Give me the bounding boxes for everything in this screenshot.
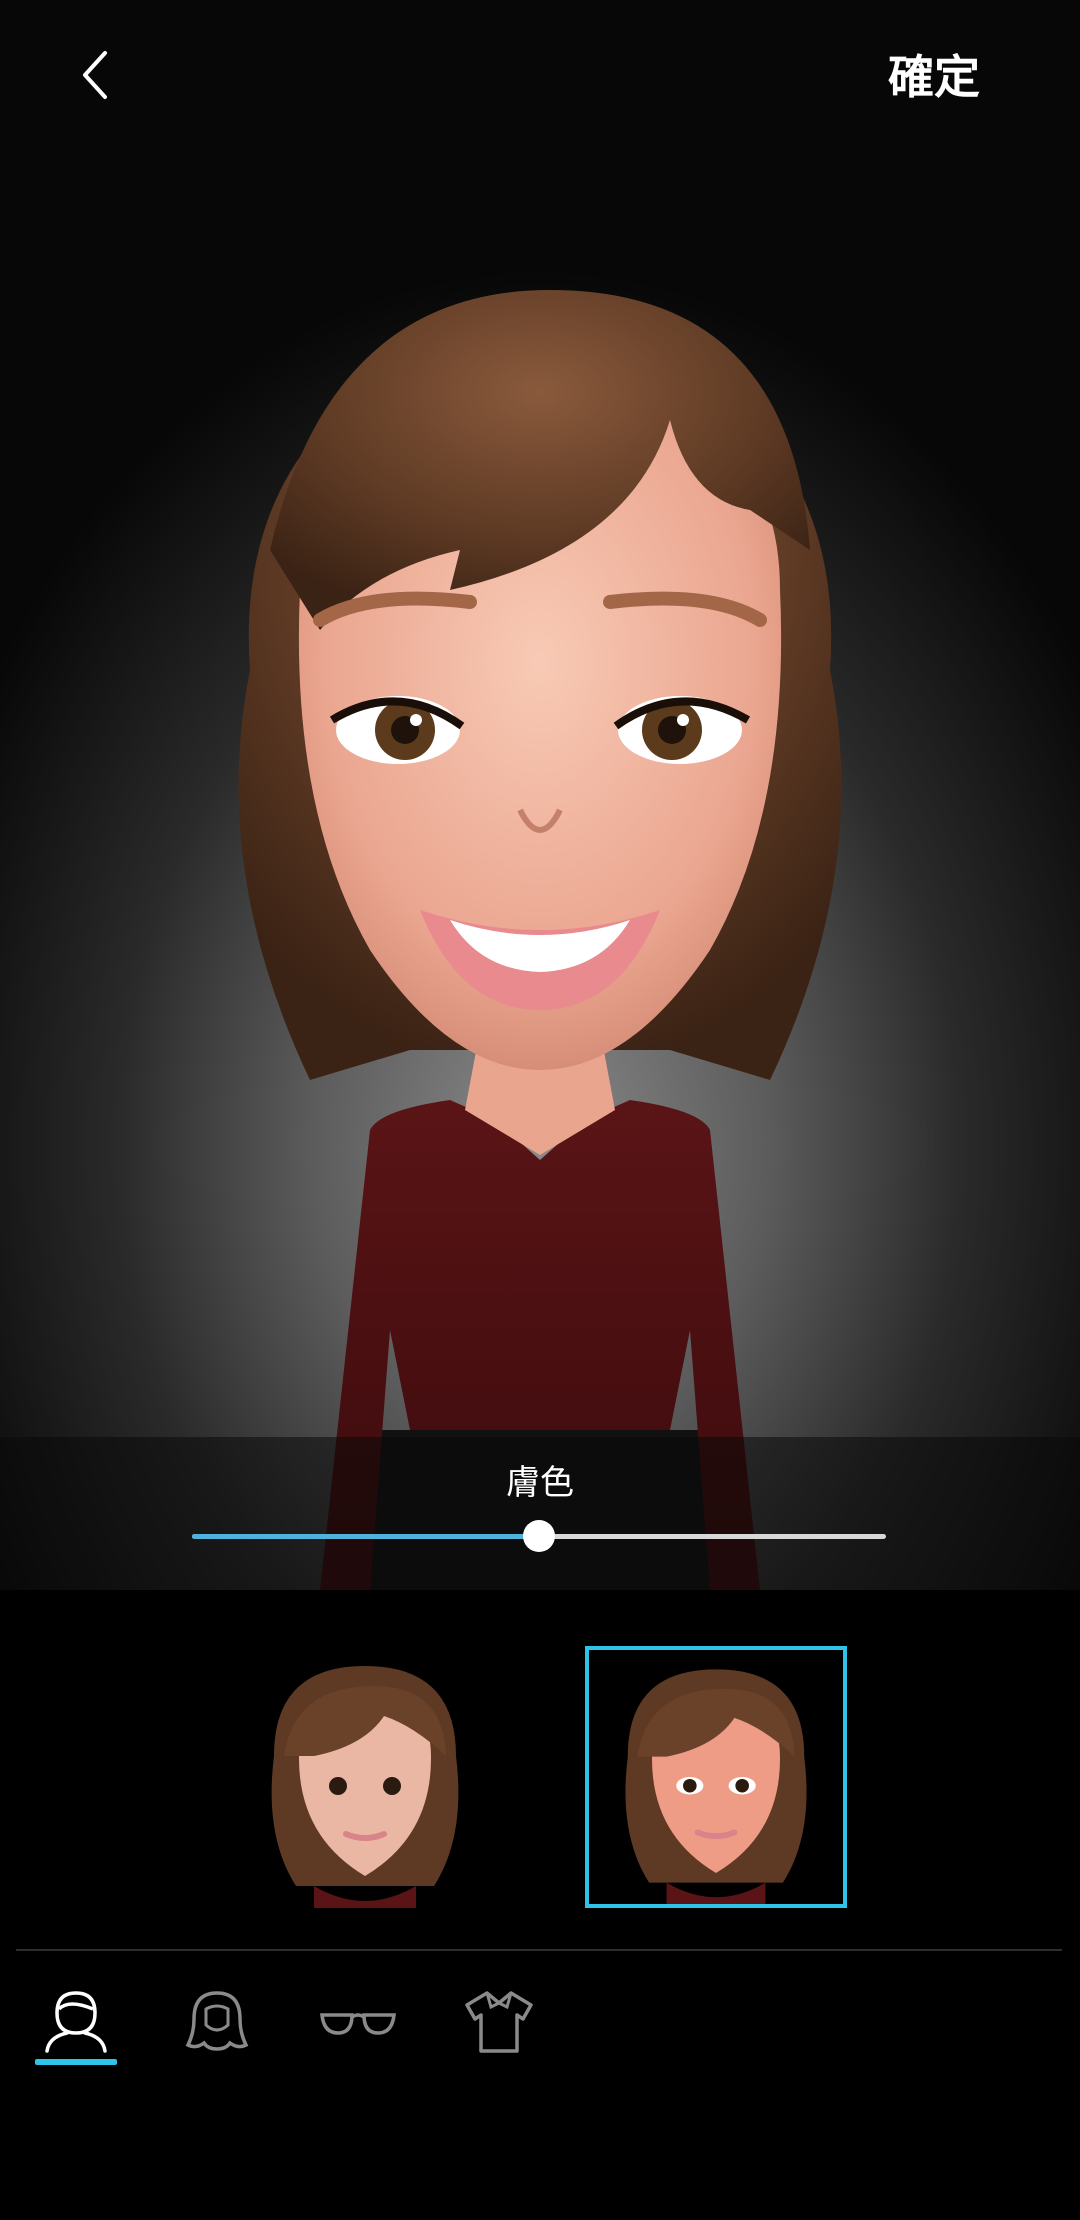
shirt-icon <box>465 1991 533 2053</box>
divider <box>16 1949 1062 1951</box>
chevron-left-icon <box>83 51 107 99</box>
avatar-variant-2[interactable] <box>585 1646 847 1908</box>
avatar-variants <box>0 1590 1080 1950</box>
slider-label: 膚色 <box>506 1463 574 1503</box>
tab-clothing[interactable] <box>457 1980 541 2064</box>
avatar-preview <box>150 250 930 1590</box>
skin-tone-slider[interactable] <box>192 1520 886 1552</box>
category-tabs <box>0 1970 1080 2090</box>
face-icon <box>45 1991 107 2053</box>
tab-glasses[interactable] <box>316 1980 400 2064</box>
tab-face[interactable] <box>34 1980 118 2064</box>
avatar-variant-1[interactable] <box>234 1646 496 1908</box>
top-bar: 確定 <box>0 0 1080 150</box>
slider-fill <box>192 1534 539 1539</box>
glasses-icon <box>320 2013 396 2035</box>
tab-hair[interactable] <box>175 1980 259 2064</box>
back-button[interactable] <box>60 40 130 110</box>
hair-icon <box>185 1991 249 2051</box>
skin-tone-slider-panel: 膚色 <box>0 1437 1080 1590</box>
avatar-preview-area: 確定 膚色 <box>0 0 1080 1590</box>
active-tab-indicator <box>35 2059 117 2065</box>
confirm-button[interactable]: 確定 <box>888 42 980 112</box>
slider-thumb[interactable] <box>523 1520 555 1552</box>
